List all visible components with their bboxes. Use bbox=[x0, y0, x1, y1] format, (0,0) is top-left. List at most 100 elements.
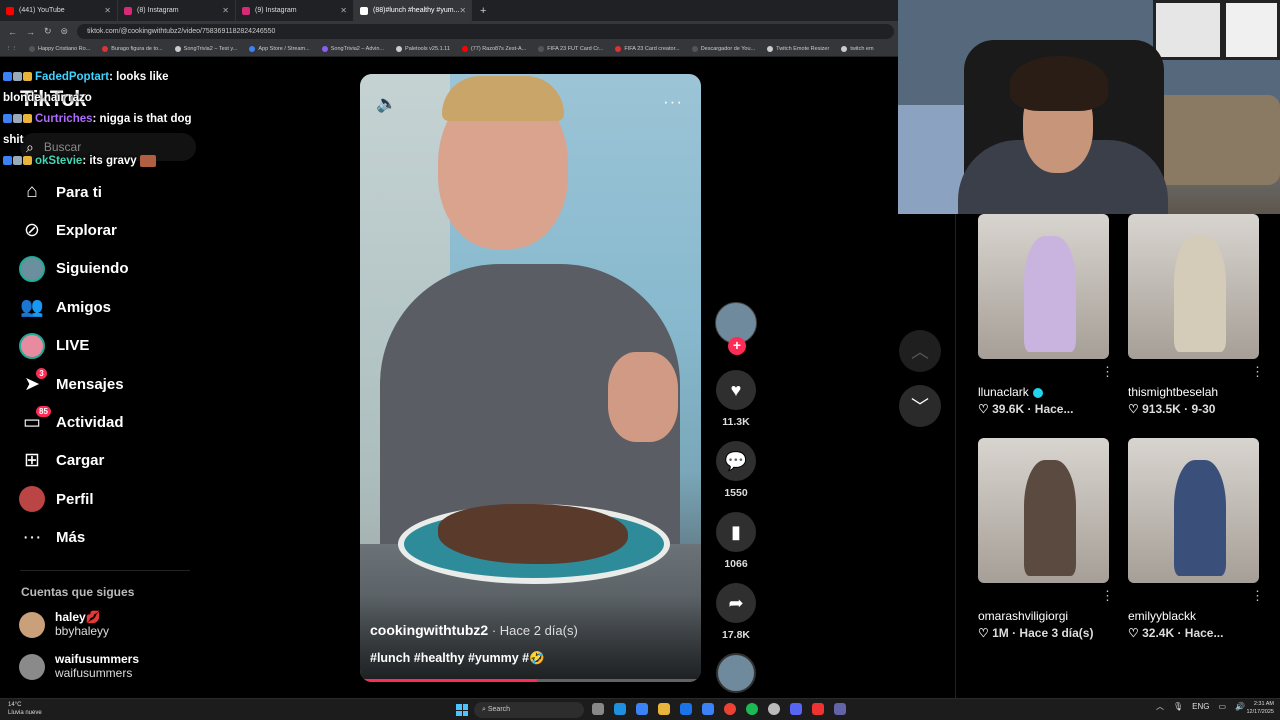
taskbar-clock[interactable]: 2:31 AM 12/17/2025 bbox=[1236, 700, 1274, 716]
bookmark-item[interactable]: Paletools v25.1.11 bbox=[396, 46, 450, 52]
related-video-author[interactable]: omarashviligiorgi bbox=[978, 609, 1068, 623]
sidebar-item-perfil[interactable]: Perfil bbox=[18, 480, 198, 518]
network-icon[interactable]: ▭ bbox=[1219, 702, 1227, 711]
chat-username: okStevie bbox=[35, 155, 83, 167]
video-hashtags[interactable]: #lunch #healthy #yummy #🤣 bbox=[370, 651, 545, 666]
bookmark-label: SongTrivia2 – Test y... bbox=[183, 46, 238, 52]
more-options-icon[interactable]: ⋮ bbox=[1251, 588, 1264, 604]
sidebar-item-cargar[interactable]: ⊞ Cargar bbox=[18, 442, 198, 480]
heart-icon[interactable]: ♥ bbox=[716, 370, 756, 410]
bookmark-item[interactable]: Twitch Emote Resizer bbox=[767, 46, 829, 52]
more-options-icon[interactable]: ⋮ bbox=[1251, 364, 1264, 380]
author-name[interactable]: cookingwithtubz2 bbox=[370, 622, 488, 638]
bookmark-item[interactable]: SongTrivia2 – Advin... bbox=[321, 46, 384, 52]
bookmark-item[interactable]: Descargador de You... bbox=[691, 46, 755, 52]
video-author[interactable]: cookingwithtubz2 · Hace 2 día(s) bbox=[370, 622, 578, 638]
browser-tab[interactable]: (8) Instagram ✕ bbox=[118, 0, 236, 21]
forward-icon[interactable]: → bbox=[26, 27, 35, 37]
sidebar-item-mensajes[interactable]: ➤ Mensajes 3 bbox=[18, 365, 198, 403]
sidebar-item-parati[interactable]: ⌂ Para ti bbox=[18, 173, 198, 211]
task-view-icon[interactable] bbox=[592, 703, 604, 715]
creator-avatar[interactable]: + bbox=[715, 302, 757, 355]
bookmark-item[interactable]: FIFA 23 Card creator... bbox=[615, 46, 680, 52]
related-video-thumbnail[interactable] bbox=[1128, 214, 1259, 359]
browser-tab[interactable]: (441) YouTube ✕ bbox=[0, 0, 118, 21]
share-icon[interactable]: ➦ bbox=[716, 583, 756, 623]
mail-icon[interactable] bbox=[680, 703, 692, 715]
sidebar-item-siguiendo[interactable]: Siguiendo bbox=[18, 250, 198, 288]
related-video-author[interactable]: emilyyblackk bbox=[1128, 609, 1196, 623]
sidebar-item-ms[interactable]: ··· Más bbox=[18, 519, 198, 557]
music-disc-icon[interactable] bbox=[716, 653, 756, 693]
video-player[interactable]: 🔈 ··· cookingwithtubz2 · Hace 2 día(s) #… bbox=[360, 74, 701, 682]
bookmark-item[interactable]: (77) Razo87s Zest-A... bbox=[461, 46, 526, 52]
store-icon[interactable] bbox=[636, 703, 648, 715]
share-action[interactable]: ➦ 17.8K bbox=[712, 583, 760, 641]
photos-icon[interactable] bbox=[702, 703, 714, 715]
music-disc[interactable] bbox=[712, 653, 760, 693]
more-options-icon[interactable]: ⋮ bbox=[1101, 588, 1114, 604]
microphone-icon[interactable]: 🎙 bbox=[1173, 702, 1183, 711]
sidebar-item-explorar[interactable]: ⊘ Explorar bbox=[18, 211, 198, 249]
comment-icon[interactable]: 💬 bbox=[716, 441, 756, 481]
bookmark-item[interactable]: Happy Cristiano Ro... bbox=[29, 46, 90, 52]
teams-icon[interactable] bbox=[834, 703, 846, 715]
windows-start-icon[interactable] bbox=[456, 704, 468, 716]
notification-badge: 3 bbox=[36, 367, 47, 379]
browser-tab[interactable]: (9) Instagram ✕ bbox=[236, 0, 354, 21]
like-action[interactable]: ♥ 11.3K bbox=[712, 370, 760, 428]
close-tab-icon[interactable]: ✕ bbox=[340, 6, 347, 15]
more-options-icon[interactable]: ··· bbox=[663, 92, 683, 112]
taskbar-search[interactable]: ⌕ Search bbox=[474, 702, 584, 718]
video-progress-bar[interactable] bbox=[360, 679, 701, 682]
sidebar-item-actividad[interactable]: ▭ Actividad 85 bbox=[18, 403, 198, 441]
more-icon: ··· bbox=[22, 526, 42, 548]
sidebar-item-live[interactable]: LIVE bbox=[18, 327, 198, 365]
apps-icon[interactable]: ⋮⋮ bbox=[6, 46, 17, 52]
close-tab-icon[interactable]: ✕ bbox=[104, 6, 111, 15]
follow-plus-icon[interactable]: + bbox=[728, 337, 746, 355]
related-video-thumbnail[interactable] bbox=[978, 214, 1109, 359]
browser-tab[interactable]: (88)#lunch #healthy #yum... ✕ bbox=[354, 0, 472, 21]
more-options-icon[interactable]: ⋮ bbox=[1101, 364, 1114, 380]
close-tab-icon[interactable]: ✕ bbox=[459, 6, 466, 15]
bookmark-item[interactable]: FIFA 23 FUT Card Cr... bbox=[538, 46, 603, 52]
live-avatar-icon bbox=[18, 332, 46, 360]
obs-icon[interactable] bbox=[768, 703, 780, 715]
related-video-thumbnail[interactable] bbox=[978, 438, 1109, 583]
back-icon[interactable]: ← bbox=[8, 27, 17, 37]
related-video-thumbnail[interactable] bbox=[1128, 438, 1259, 583]
bookmark-item[interactable]: twitch em bbox=[841, 46, 874, 52]
new-tab-button[interactable]: + bbox=[480, 5, 486, 17]
account-handle: waifusummers bbox=[55, 666, 133, 680]
chrome-icon[interactable] bbox=[724, 703, 736, 715]
language-indicator[interactable]: ENG bbox=[1192, 702, 1209, 711]
discord-icon[interactable] bbox=[790, 703, 802, 715]
bookmark-item[interactable]: Burago figura de to... bbox=[102, 46, 163, 52]
home-icon: ⌂ bbox=[26, 181, 38, 203]
site-info-icon[interactable]: ⊜ bbox=[61, 26, 69, 37]
media-player-icon[interactable] bbox=[812, 703, 824, 715]
spotify-icon[interactable] bbox=[746, 703, 758, 715]
related-video-author[interactable]: thismightbeselah bbox=[1128, 385, 1218, 399]
bookmark-icon[interactable]: ▮ bbox=[716, 512, 756, 552]
bookmark-item[interactable]: SongTrivia2 – Test y... bbox=[174, 46, 238, 52]
weather-widget[interactable]: 14°C Lluvia nueve bbox=[8, 701, 42, 717]
bookmark-favicon-icon bbox=[321, 46, 328, 52]
next-video-button[interactable]: ﹀ bbox=[899, 385, 941, 427]
bookmark-item[interactable]: App Store / Stream... bbox=[249, 46, 310, 52]
chevron-up-icon[interactable]: ︿ bbox=[1156, 701, 1164, 712]
save-action[interactable]: ▮ 1066 bbox=[712, 512, 760, 570]
mute-icon[interactable]: 🔈 bbox=[376, 94, 397, 114]
following-account[interactable]: haley💋 bbyhaleyy bbox=[19, 610, 109, 638]
close-tab-icon[interactable]: ✕ bbox=[222, 6, 229, 15]
previous-video-button[interactable]: ︿ bbox=[899, 330, 941, 372]
file-explorer-icon[interactable] bbox=[658, 703, 670, 715]
related-video-author[interactable]: llunaclark bbox=[978, 385, 1043, 399]
following-account[interactable]: waifusummers waifusummers bbox=[19, 652, 139, 680]
edge-icon[interactable] bbox=[614, 703, 626, 715]
comment-action[interactable]: 💬 1550 bbox=[712, 441, 760, 499]
sidebar-item-amigos[interactable]: 👥 Amigos bbox=[18, 288, 198, 326]
url-input[interactable]: tiktok.com/@cookingwithtubz2/video/75836… bbox=[77, 24, 894, 39]
reload-icon[interactable]: ↻ bbox=[44, 26, 52, 37]
